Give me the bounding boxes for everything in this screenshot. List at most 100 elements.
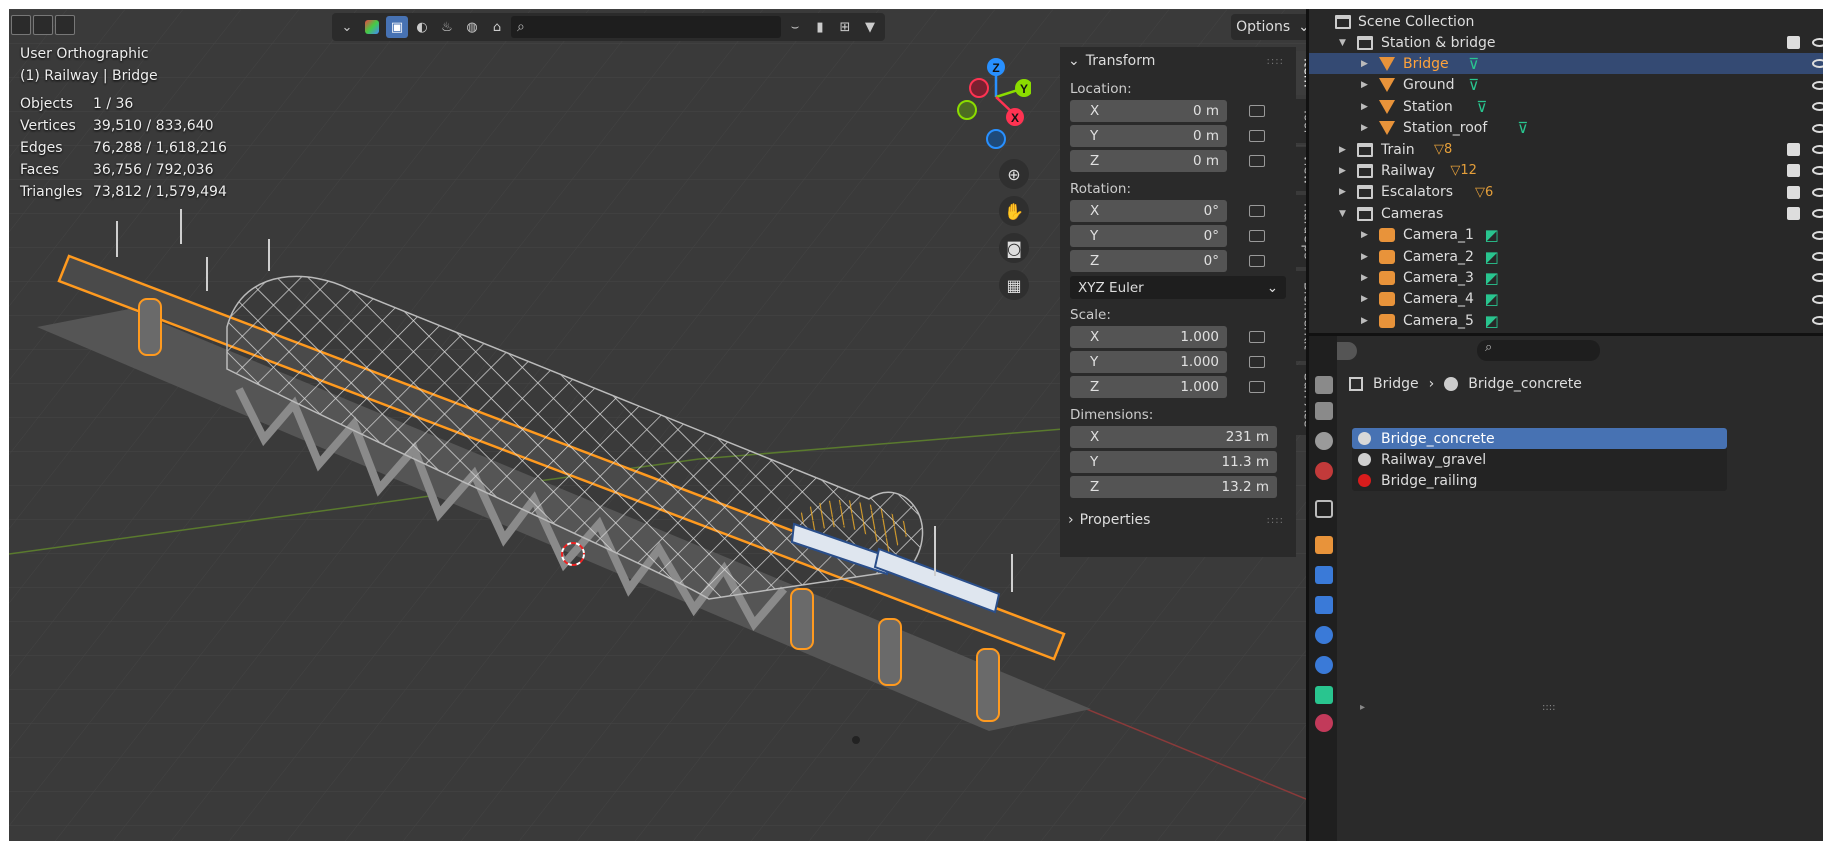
exclude-checkbox[interactable] [1787,143,1800,156]
outliner-row[interactable]: ▶ Train ▽8 [1309,139,1823,160]
rendered-shading-icon[interactable]: ◍ [461,16,483,38]
tab-item[interactable]: Item [1296,51,1306,95]
expand-arrow-icon[interactable]: ▶ [1361,102,1368,112]
outliner-row[interactable]: ▶ Camera_4 ◩ [1309,289,1823,310]
scale-z-field[interactable]: Z 1.000 [1070,376,1286,398]
expand-arrow-icon[interactable]: ▶ [1361,316,1368,326]
eye-icon[interactable] [1812,316,1823,326]
expand-arrow-icon[interactable]: ▶ [1339,166,1346,176]
modifier-tab-icon[interactable] [1315,566,1333,584]
neg-y-handle[interactable] [957,100,977,120]
material-slot[interactable]: Bridge_concrete [1352,428,1727,449]
collapse-arrow-icon[interactable]: ▼ [1339,209,1346,219]
eye-icon[interactable] [1812,102,1823,112]
bookmark-icon[interactable]: ▮ [809,16,831,38]
material-slot[interactable]: Bridge_railing [1352,470,1727,491]
expand-arrow-icon[interactable]: ▶ [1361,80,1368,90]
dimension-x-field[interactable]: X 231 m [1070,426,1286,448]
outliner-row[interactable]: ▶ Camera_5 ◩ [1309,310,1823,331]
mesh-data-icon[interactable]: ⊽ [1476,98,1487,116]
transform-panel-header[interactable]: ⌄ Transform:::: [1060,47,1296,75]
chevron-right-icon[interactable]: ▸ [1360,702,1365,713]
pan-hand-icon[interactable]: ✋ [999,196,1029,226]
rotation-z-field[interactable]: Z 0° [1070,250,1286,272]
outliner-row[interactable]: ▼ Station & bridge [1309,32,1823,53]
options-dropdown[interactable]: Options ⌄ [1231,14,1306,40]
orthographic-grid-icon[interactable]: ▦ [999,270,1029,300]
expand-arrow-icon[interactable]: ▶ [1361,123,1368,133]
hierarchy-icon[interactable]: ⊞ [834,16,856,38]
outliner-row[interactable]: ▶ Railway ▽12 [1309,160,1823,181]
world-tab-icon[interactable] [1315,462,1333,480]
eye-icon[interactable] [1812,230,1823,240]
eye-icon[interactable] [1812,80,1823,90]
mesh-data-tab-icon[interactable] [1315,686,1333,704]
object-tab-icon[interactable] [1315,536,1333,554]
camera-data-icon[interactable]: ◩ [1485,269,1499,287]
outliner-row[interactable]: ▶ Camera_1 ◩ [1309,225,1823,246]
exclude-checkbox[interactable] [1787,207,1800,221]
rotation-x-field[interactable]: X 0° [1070,200,1286,222]
tab-hardops[interactable]: HardOps [1296,195,1306,267]
scale-y-field[interactable]: Y 1.000 [1070,351,1286,373]
material-slot[interactable]: Railway_gravel [1352,449,1727,470]
expand-arrow-icon[interactable]: ▶ [1339,187,1346,197]
particles-tab-icon[interactable] [1315,596,1333,614]
rotation-y-field[interactable]: Y 0° [1070,225,1286,247]
lock-icon[interactable] [1249,331,1265,343]
location-x-field[interactable]: X 0 m [1070,100,1286,122]
outliner-row[interactable]: ▶ Station_roof ⊽ [1309,118,1823,139]
neg-z-handle[interactable] [986,129,1006,149]
camera-data-icon[interactable]: ◩ [1485,312,1499,330]
physics-tab-icon[interactable] [1315,626,1333,644]
rotation-mode-select[interactable]: XYZ Euler ⌄ [1070,276,1286,299]
select-extend-icon[interactable] [33,15,53,35]
outliner-row[interactable]: ▼ Cameras [1309,203,1823,224]
exclude-checkbox[interactable] [1787,36,1800,49]
lock-icon[interactable] [1249,381,1265,393]
tab-view[interactable]: View [1296,147,1306,191]
material-preview-icon[interactable]: ♨ [436,16,458,38]
expand-arrow-icon[interactable]: ▶ [1361,273,1368,283]
output-tab-icon[interactable] [1315,376,1333,394]
breadcrumb-material[interactable]: Bridge_concrete [1468,376,1582,392]
lock-icon[interactable] [1249,356,1265,368]
eye-icon[interactable] [1812,273,1823,283]
outliner-row[interactable]: ▶ Ground ⊽ [1309,75,1823,96]
outliner-row[interactable]: ▶ Bridge ⊽ [1309,53,1823,75]
expand-arrow-icon[interactable]: ▶ [1361,59,1368,69]
outliner-row[interactable]: ▶ Camera_3 ◩ [1309,267,1823,288]
breadcrumb-object[interactable]: Bridge [1373,376,1419,392]
select-subtract-icon[interactable] [55,15,75,35]
lock-icon[interactable] [1249,255,1265,267]
tab-blenderkit[interactable]: BlenderKit [1296,271,1306,361]
scale-x-field[interactable]: X 1.000 [1070,326,1286,348]
list-resize-grip-icon[interactable]: :::: [1542,702,1555,713]
location-z-field[interactable]: Z 0 m [1070,150,1286,172]
outliner-row[interactable]: ▶ Station ⊽ [1309,96,1823,117]
object-type-visibility-icon[interactable] [361,16,383,38]
collapse-arrow-icon[interactable]: ▼ [1339,38,1346,48]
drag-grip-icon[interactable]: :::: [1267,515,1284,526]
camera-data-icon[interactable]: ◩ [1485,248,1499,266]
collection-tab-icon[interactable] [1315,500,1333,518]
light-gizmo[interactable] [852,736,860,744]
properties-panel-header[interactable]: › Properties:::: [1060,506,1296,534]
material-tab-icon[interactable] [1315,714,1333,732]
eye-icon[interactable] [1812,59,1823,69]
solid-shading-icon[interactable]: ◐ [411,16,433,38]
dimension-z-field[interactable]: Z 13.2 m [1070,476,1286,498]
wireframe-xray-icon[interactable]: ▣ [386,16,408,38]
location-y-field[interactable]: Y 0 m [1070,125,1286,147]
eye-icon[interactable] [1812,145,1823,154]
chevron-down-icon[interactable]: ⌄ [336,16,358,38]
exclude-checkbox[interactable] [1787,185,1800,199]
tab-tool[interactable]: Tool [1296,99,1306,143]
viewport-search-input[interactable]: ⌕ [511,16,781,38]
drag-grip-icon[interactable]: :::: [1267,56,1284,67]
lock-icon[interactable] [1249,230,1265,242]
eye-icon[interactable] [1812,38,1823,47]
lock-icon[interactable] [1249,205,1265,217]
mesh-data-icon[interactable]: ⊽ [1468,55,1479,73]
properties-search-input[interactable]: ⌕ [1477,340,1600,361]
